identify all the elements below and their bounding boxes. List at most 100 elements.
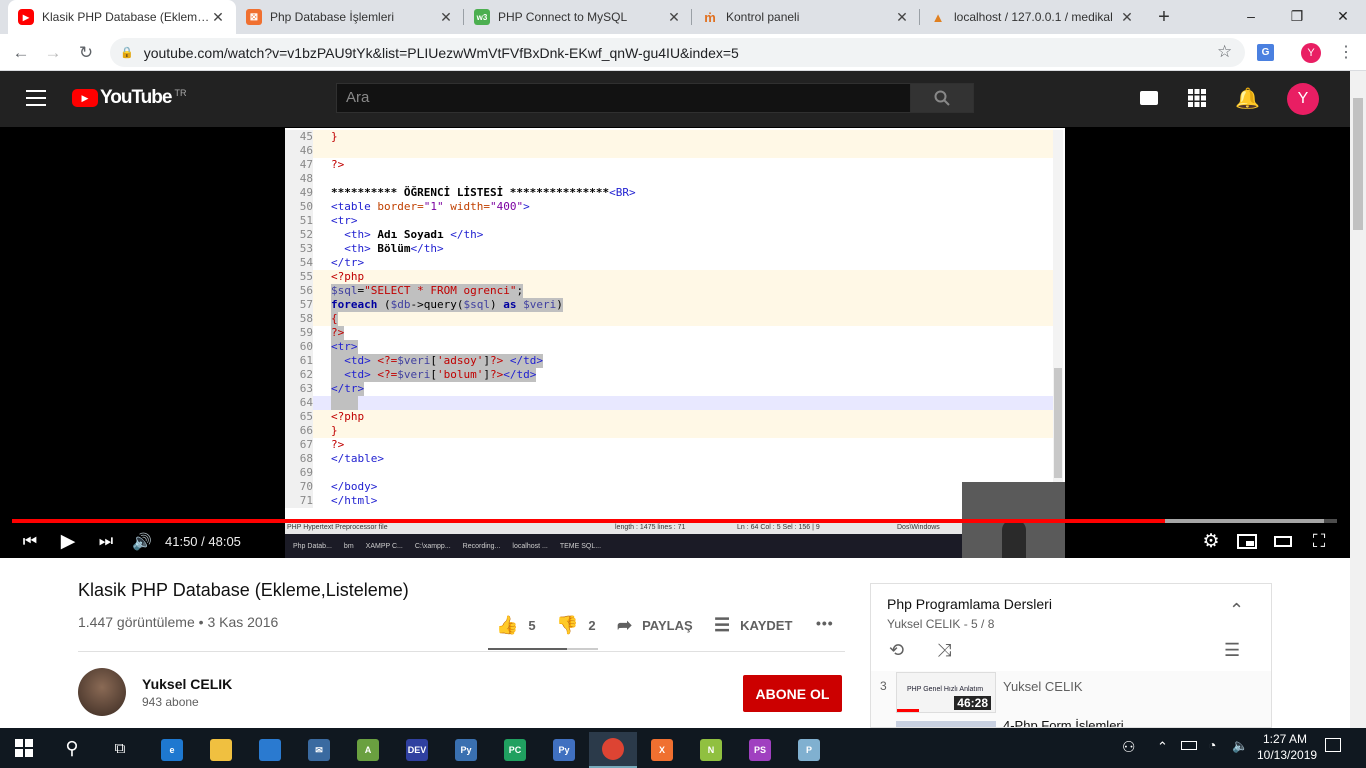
forward-arrow-icon[interactable]: → (40, 40, 66, 66)
apps-grid-icon[interactable] (1188, 89, 1206, 107)
tab-klasik-php-database[interactable]: ▶ Klasik PHP Database (Ekleme,Listeleme)… (8, 0, 236, 34)
loop-icon[interactable]: ⟲ (889, 640, 904, 661)
mail-icon[interactable]: ✉ (295, 732, 343, 768)
phpstorm-icon[interactable]: PS (736, 732, 784, 768)
bookmark-star-icon[interactable]: ☆ (1217, 42, 1232, 62)
close-tab-icon[interactable]: ✕ (210, 9, 226, 26)
line-number: 45 (285, 130, 313, 144)
tab-php-database-islemleri[interactable]: ⊠ Php Database İşlemleri ✕ (236, 0, 464, 34)
page-scrollbar-thumb[interactable] (1353, 98, 1363, 230)
edge-icon[interactable]: e (148, 732, 196, 768)
account-avatar[interactable]: Y (1287, 83, 1319, 115)
translate-icon[interactable]: G (1257, 44, 1274, 61)
code-text: ?> (331, 326, 345, 340)
line-number: 66 (285, 424, 313, 438)
channel-name[interactable]: Yuksel CELIK (142, 676, 232, 692)
next-icon[interactable]: ⏭ (92, 525, 120, 558)
android-icon[interactable]: A (344, 732, 392, 768)
paint-icon[interactable]: P (785, 732, 833, 768)
close-tab-icon[interactable]: ✕ (1119, 9, 1135, 26)
browser-menu-icon[interactable]: ⋮ (1338, 42, 1354, 62)
devcpp-icon[interactable]: DEV (393, 732, 441, 768)
chrome-icon[interactable] (589, 732, 637, 768)
playlist-next-title[interactable]: 4-Php Form İşlemleri (1003, 718, 1124, 727)
notepad-icon[interactable]: N (687, 732, 735, 768)
close-window-button[interactable]: ✕ (1320, 0, 1366, 32)
close-tab-icon[interactable]: ✕ (894, 9, 910, 26)
volume-icon[interactable]: 🔊 (128, 525, 156, 558)
share-button[interactable]: ➦ PAYLAŞ (617, 615, 693, 636)
line-number: 52 (285, 228, 313, 242)
tab-kontrol-paneli[interactable]: ṁ Kontrol paneli ✕ (692, 0, 920, 34)
store-icon[interactable] (246, 732, 294, 768)
notification-center-icon[interactable] (1325, 738, 1341, 752)
line-number: 68 (285, 452, 313, 466)
notifications-bell-icon[interactable]: 🔔 (1235, 86, 1260, 111)
maximize-button[interactable]: ❐ (1274, 0, 1320, 32)
code-line: 58 { (285, 312, 1055, 326)
back-arrow-icon[interactable]: ← (8, 40, 34, 66)
video-progress-bar[interactable] (12, 519, 1337, 523)
playlist-item-thumbnail[interactable]: PHP Genel Hızlı Anlatım 46:28 (896, 672, 996, 713)
channel-avatar[interactable] (78, 668, 126, 716)
search-input[interactable]: Ara (336, 83, 911, 113)
code-text: } (331, 424, 338, 437)
save-button[interactable]: ☰ KAYDET (714, 615, 792, 636)
youtube-logo[interactable]: ▶ YouTube TR (72, 87, 186, 109)
playlist-item-author: Yuksel CELIK (1003, 679, 1083, 694)
buffered-bar (1164, 519, 1324, 523)
code-text: <td> <?=$veri['bolum']?></td> (331, 368, 537, 382)
thumbnail-title: PHP Genel Hızlı Anlatım (907, 686, 984, 693)
address-bar[interactable]: 🔒 youtube.com/watch?v=v1bzPAU9tYk&list=P… (110, 38, 1245, 67)
new-tab-button[interactable]: + (1152, 4, 1176, 30)
player-controls: ⏮ ▶ ⏭ 🔊 41:50 / 48:05 ⚙ ⛶ (0, 525, 1350, 558)
python-idle-icon[interactable]: Py (540, 732, 588, 768)
like-button[interactable]: 👍 5 (496, 615, 536, 636)
create-video-icon[interactable] (1140, 91, 1158, 105)
line-number: 71 (285, 494, 313, 508)
close-tab-icon[interactable]: ✕ (438, 9, 454, 26)
subscribe-button[interactable]: ABONE OL (743, 675, 842, 712)
minimize-button[interactable]: – (1228, 0, 1274, 32)
search-button[interactable] (910, 83, 974, 113)
play-icon[interactable]: ▶ (54, 525, 82, 558)
previous-icon[interactable]: ⏮ (16, 525, 44, 558)
fullscreen-icon[interactable]: ⛶ (1306, 525, 1332, 558)
playlist-next-thumbnail[interactable] (896, 721, 996, 727)
tab-php-connect-mysql[interactable]: w3 PHP Connect to MySQL ✕ (464, 0, 692, 34)
code-line: 63 </tr> (285, 382, 1055, 396)
code-line: 50 <table border="1" width="400"> (285, 200, 1055, 214)
task-view-icon[interactable]: ⧉ (96, 730, 144, 766)
reload-icon[interactable]: ↻ (73, 40, 99, 66)
dislike-button[interactable]: 👎 2 (556, 615, 596, 636)
hamburger-menu-icon[interactable] (26, 90, 46, 106)
line-number: 49 (285, 186, 313, 200)
close-tab-icon[interactable]: ✕ (666, 9, 682, 26)
settings-gear-icon[interactable]: ⚙ (1198, 525, 1224, 558)
playlist-title[interactable]: Php Programlama Dersleri (887, 596, 1052, 612)
miniplayer-icon[interactable] (1234, 525, 1260, 558)
file-explorer-icon[interactable] (197, 732, 245, 768)
youtube-play-icon: ▶ (72, 89, 98, 107)
profile-avatar[interactable]: Y (1301, 43, 1321, 63)
taskbar-clock[interactable]: 1:27 AM 10/13/2019 (1257, 731, 1317, 763)
video-frame[interactable]: 45} 46 47 ?> 48 49 ********** ÖĞRENCİ LİSTESİ … (285, 128, 1065, 558)
python-icon[interactable]: Py (442, 732, 490, 768)
xampp-icon[interactable]: X (638, 732, 686, 768)
volume-tray-icon[interactable]: 🔈 (1232, 738, 1248, 754)
shuffle-icon[interactable]: ⤨ (937, 640, 951, 661)
collapse-chevron-icon[interactable]: ⌃ (1229, 600, 1244, 621)
tab-phpmyadmin[interactable]: ▲ localhost / 127.0.0.1 / medikal ✕ (920, 0, 1145, 34)
line-number: 64 (285, 396, 313, 410)
playlist-menu-icon[interactable]: ☰ (1224, 640, 1240, 661)
tray-chevron-icon[interactable]: ⌃ (1157, 739, 1168, 755)
pycharm-icon[interactable]: PC (491, 732, 539, 768)
code-line: 62 <td> <?=$veri['bolum']?></td> (285, 368, 1055, 382)
people-icon[interactable]: ⚇ (1122, 738, 1135, 756)
taskbar-search-icon[interactable]: ⚲ (48, 730, 96, 766)
battery-icon[interactable] (1181, 741, 1197, 750)
wifi-icon[interactable]: ◔ (1208, 737, 1216, 753)
more-actions-button[interactable]: ••• (816, 615, 834, 631)
theater-mode-icon[interactable] (1270, 525, 1296, 558)
windows-start-icon[interactable] (0, 730, 48, 766)
